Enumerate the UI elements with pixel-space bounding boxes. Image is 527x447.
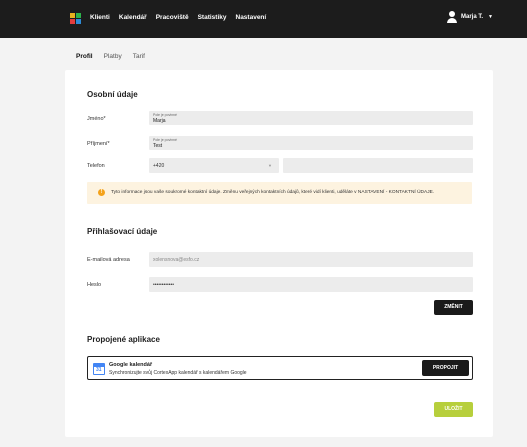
email-value: xolensnova@esfo.cz [153, 257, 200, 263]
phone-prefix-value: +420 [153, 163, 165, 169]
password-value: •••••••••••• [153, 282, 175, 288]
google-calendar-name: Google kalendář [109, 362, 153, 368]
login-section-title: Přihlašovací údaje [87, 227, 158, 236]
first-name-value: Marja [153, 118, 166, 124]
chevron-down-icon: ▼ [268, 163, 272, 168]
phone-prefix-select[interactable]: +420 ▼ [149, 158, 279, 173]
phone-label: Telefon [87, 163, 105, 169]
email-field: xolensnova@esfo.cz [149, 252, 473, 267]
tab-payments[interactable]: Platby [104, 53, 122, 60]
google-calendar-description: Synchronizujte svůj CortexApp kalendář s… [109, 370, 247, 376]
password-label: Heslo [87, 282, 102, 288]
profile-tabs: Profil Platby Tarif [76, 53, 156, 60]
last-name-value: Test [153, 143, 163, 149]
last-name-field[interactable]: Pole je povinné Test [149, 136, 473, 150]
change-password-button[interactable]: ZMĚNIT [434, 300, 473, 315]
connect-google-button[interactable]: PROPOJIT [422, 360, 469, 376]
info-notice: ! Tyto informace jsou vaše soukromé kont… [87, 182, 472, 204]
nav-item-calendar[interactable]: Kalendář [119, 14, 147, 21]
tab-profile[interactable]: Profil [76, 53, 93, 60]
password-field: •••••••••••• [149, 277, 473, 292]
first-name-label: Jméno* [87, 116, 106, 122]
google-calendar-integration: 31 Google kalendář Synchronizujte svůj C… [87, 356, 473, 380]
tab-plan[interactable]: Tarif [133, 53, 145, 60]
apps-section-title: Propojené aplikace [87, 335, 160, 344]
user-name: Marja T. [461, 14, 484, 20]
chevron-down-icon: ▼ [488, 14, 493, 20]
main-nav: Klienti Kalendář Pracoviště Statistiky N… [90, 14, 275, 21]
top-navigation-bar: Klienti Kalendář Pracoviště Statistiky N… [0, 0, 527, 38]
email-label: E-mailová adresa [87, 257, 130, 263]
nav-item-clients[interactable]: Klienti [90, 14, 110, 21]
first-name-hint: Pole je povinné [153, 113, 177, 117]
nav-item-settings[interactable]: Nastavení [236, 14, 267, 21]
phone-number-input[interactable] [283, 158, 473, 173]
personal-section-title: Osobní údaje [87, 90, 138, 99]
user-menu[interactable]: Marja T. ▼ [447, 11, 493, 23]
last-name-hint: Pole je povinné [153, 138, 177, 142]
warning-icon: ! [98, 189, 105, 196]
last-name-label: Příjmení* [87, 141, 110, 147]
save-button[interactable]: ULOŽIT [434, 402, 473, 417]
app-logo-icon[interactable] [70, 13, 81, 25]
info-text: Tyto informace jsou vaše soukromé kontak… [111, 190, 435, 195]
user-icon [447, 11, 458, 23]
nav-item-statistics[interactable]: Statistiky [198, 14, 227, 21]
nav-item-workplace[interactable]: Pracoviště [156, 14, 189, 21]
first-name-field[interactable]: Pole je povinné Marja [149, 111, 473, 125]
google-calendar-icon: 31 [93, 363, 105, 375]
